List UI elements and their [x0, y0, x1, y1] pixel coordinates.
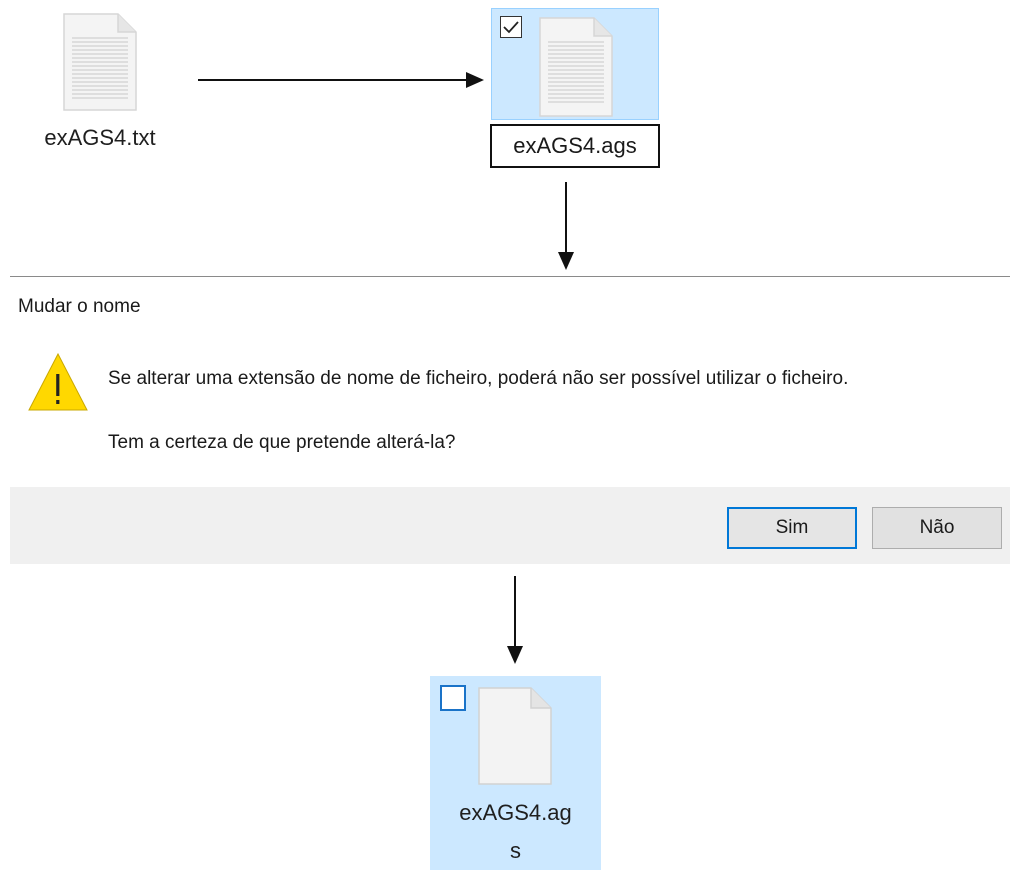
result-file-name-line2[interactable]: s [430, 838, 601, 864]
checked-checkbox[interactable] [500, 16, 522, 38]
down-arrow [507, 576, 523, 664]
unchecked-checkbox[interactable] [440, 685, 466, 711]
right-arrow [198, 72, 484, 88]
warning-icon [28, 352, 88, 411]
checkmark-icon [503, 21, 519, 34]
yes-button[interactable]: Sim [727, 507, 857, 549]
dialog-title: Mudar o nome [18, 296, 141, 317]
dialog-button-bar [10, 487, 1010, 564]
rename-input[interactable]: exAGS4.ags [490, 124, 660, 168]
dialog-question: Tem a certeza de que pretende alterá-la? [108, 432, 456, 453]
source-file-name[interactable]: exAGS4.txt [20, 125, 180, 151]
dialog-top-border [10, 276, 1010, 277]
text-file-icon[interactable] [62, 12, 138, 112]
dialog-message: Se alterar uma extensão de nome de fiche… [108, 368, 849, 389]
no-button[interactable]: Não [872, 507, 1002, 549]
result-file-name-line1[interactable]: exAGS4.ag [430, 800, 601, 826]
text-file-icon[interactable] [538, 16, 614, 118]
blank-file-icon[interactable] [477, 686, 553, 786]
down-arrow [558, 182, 574, 270]
